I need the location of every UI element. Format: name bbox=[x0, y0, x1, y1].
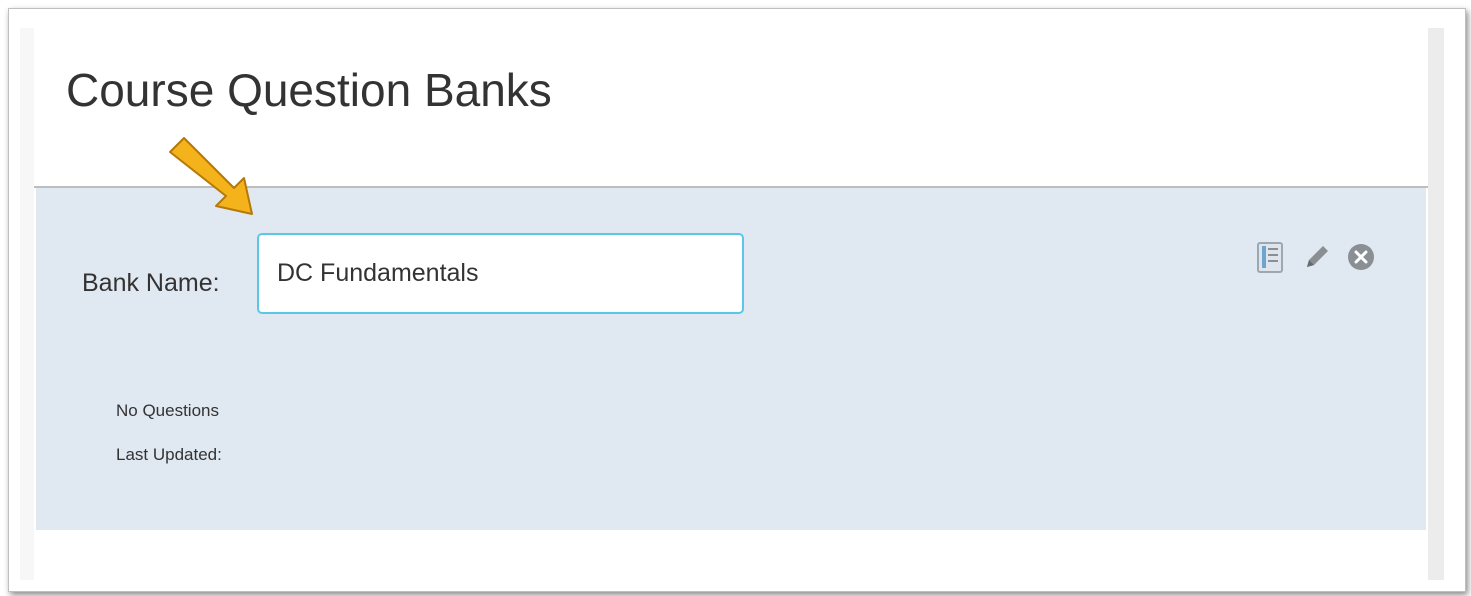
arrow-annotation-icon bbox=[169, 137, 253, 215]
bank-name-label: Bank Name: bbox=[82, 269, 220, 297]
right-scroll-gutter bbox=[1428, 28, 1444, 580]
bank-name-input[interactable] bbox=[257, 233, 744, 314]
question-count: No Questions bbox=[116, 401, 219, 420]
page-title: Course Question Banks bbox=[66, 64, 552, 116]
delete-bank-button[interactable] bbox=[1344, 240, 1378, 274]
question-bank-icon bbox=[1257, 241, 1283, 273]
pencil-icon bbox=[1307, 246, 1328, 267]
last-updated-label: Last Updated: bbox=[116, 445, 222, 464]
left-gutter bbox=[20, 28, 34, 580]
close-circle-icon bbox=[1348, 244, 1374, 270]
question-bank-button[interactable] bbox=[1253, 240, 1287, 274]
edit-bank-button[interactable] bbox=[1300, 240, 1334, 274]
